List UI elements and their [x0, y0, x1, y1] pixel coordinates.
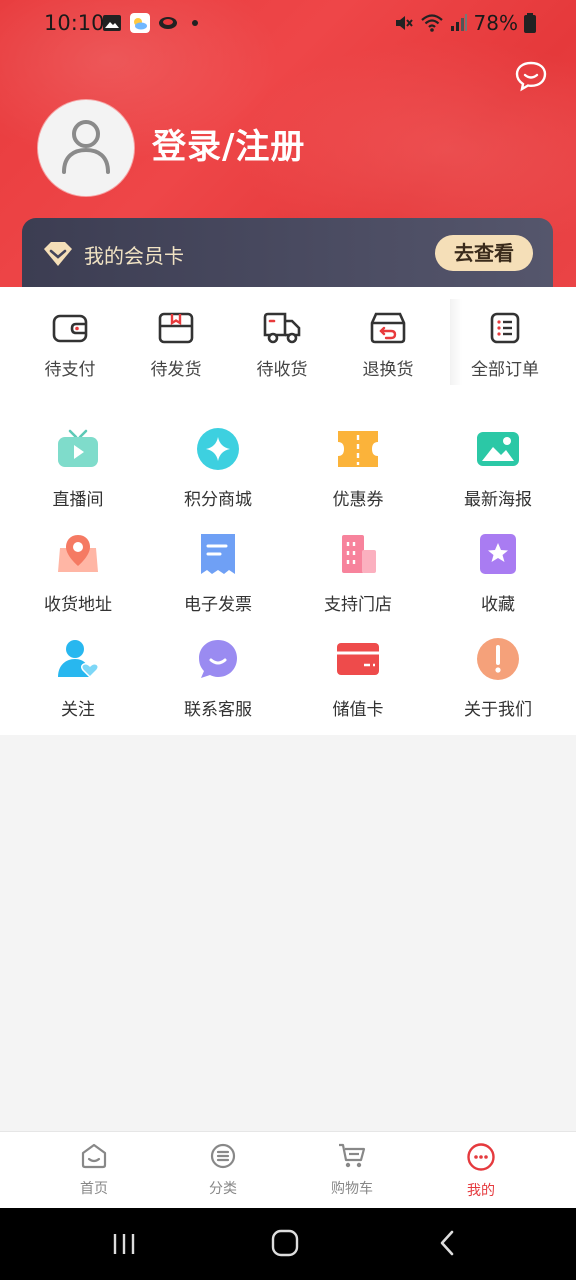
- order-status-row: 待支付 待发货 待收货 退换货 全部订单: [0, 287, 576, 397]
- tab-label: 购物车: [331, 1181, 373, 1197]
- store-building-icon: [342, 535, 376, 573]
- follow-user-icon: [58, 640, 100, 679]
- grid-item-about-us[interactable]: 关于我们: [428, 637, 568, 720]
- grid-item-label: 关注: [61, 700, 95, 720]
- coupon-icon: [338, 431, 378, 467]
- grid-item-stores[interactable]: 支持门店: [288, 532, 428, 615]
- grid-item-label: 联系客服: [184, 700, 252, 720]
- recent-apps-icon[interactable]: [110, 1230, 138, 1258]
- tab-cart[interactable]: 购物车: [302, 1142, 402, 1198]
- grid-item-label: 直播间: [52, 490, 104, 510]
- live-tv-icon: [58, 429, 98, 467]
- grid-item-live[interactable]: 直播间: [8, 427, 148, 510]
- grid-item-invoice[interactable]: 电子发票: [148, 532, 288, 615]
- service-chat-icon: [199, 640, 237, 678]
- bottom-tab-bar: 首页 分类 购物车 我的: [0, 1131, 576, 1208]
- gallery-icon: [103, 15, 121, 31]
- member-card-banner[interactable]: 我的会员卡 去查看: [22, 218, 553, 290]
- order-label: 全部订单: [471, 360, 539, 380]
- profile-screen: 10:10 78% 登录/注册 我的会员卡 去查看 待支付 待发货 待收货 退换…: [0, 0, 576, 1280]
- wifi-icon: [420, 14, 443, 32]
- status-bar: 10:10 78%: [0, 0, 576, 48]
- signal-icon: [450, 14, 467, 31]
- order-pending-payment[interactable]: 待支付: [22, 311, 118, 380]
- order-returns[interactable]: 退换货: [340, 311, 436, 380]
- tab-home[interactable]: 首页: [44, 1142, 144, 1198]
- message-icon[interactable]: [514, 60, 548, 92]
- grid-item-follow[interactable]: 关注: [8, 637, 148, 720]
- grid-item-label: 最新海报: [464, 490, 532, 510]
- order-pending-shipment[interactable]: 待发货: [128, 311, 224, 380]
- home-icon: [81, 1143, 107, 1169]
- member-card-label: 我的会员卡: [84, 244, 184, 268]
- grid-item-label: 支持门店: [324, 595, 392, 615]
- grid-item-label: 电子发票: [184, 595, 252, 615]
- grid-item-label: 收货地址: [44, 595, 112, 615]
- avatar[interactable]: [38, 100, 134, 196]
- system-navigation-bar: [0, 1208, 576, 1280]
- tab-profile[interactable]: 我的: [431, 1142, 531, 1200]
- grid-item-customer-service[interactable]: 联系客服: [148, 637, 288, 720]
- battery-icon: [524, 13, 536, 33]
- grid-item-label: 收藏: [481, 595, 515, 615]
- cart-icon: [339, 1143, 366, 1168]
- user-avatar-icon: [62, 120, 110, 174]
- battery-percent: 78%: [473, 11, 518, 35]
- grid-item-label: 关于我们: [464, 700, 532, 720]
- notification-dot: [192, 20, 198, 26]
- favorite-star-icon: [480, 534, 516, 574]
- order-label: 待收货: [256, 360, 308, 380]
- grid-item-posters[interactable]: 最新海报: [428, 427, 568, 510]
- about-info-icon: [477, 638, 519, 680]
- tab-label: 我的: [467, 1183, 495, 1199]
- stored-value-card-icon: [337, 643, 379, 675]
- order-pending-receipt[interactable]: 待收货: [234, 311, 330, 380]
- poster-image-icon: [477, 432, 519, 466]
- tab-label: 首页: [80, 1181, 108, 1197]
- order-label: 退换货: [362, 360, 414, 380]
- services-grid: 直播间 积分商城 优惠券 最新海报 收货地址 电子发票 支持门店 收藏 关注 联…: [0, 397, 576, 735]
- profile-face-icon: [467, 1143, 495, 1171]
- category-icon: [210, 1143, 236, 1169]
- weather-icon: [130, 13, 150, 33]
- wallet-icon: [52, 314, 88, 343]
- grid-item-label: 优惠券: [332, 490, 384, 510]
- login-register-link[interactable]: 登录/注册: [152, 119, 305, 168]
- invoice-icon: [201, 534, 235, 574]
- grid-item-label: 储值卡: [332, 700, 384, 720]
- points-star-icon: [197, 428, 239, 470]
- profile-header: 10:10 78% 登录/注册 我的会员卡 去查看: [0, 0, 576, 290]
- grid-item-favorites[interactable]: 收藏: [428, 532, 568, 615]
- truck-icon: [263, 312, 301, 344]
- map-pin-icon: [58, 535, 98, 572]
- order-list-icon: [490, 312, 520, 344]
- app-icon: [159, 17, 177, 29]
- order-label: 待支付: [44, 360, 96, 380]
- view-member-card-button[interactable]: 去查看: [435, 235, 533, 271]
- order-label: 待发货: [150, 360, 202, 380]
- tab-category[interactable]: 分类: [173, 1142, 273, 1198]
- home-button-icon[interactable]: [270, 1228, 300, 1258]
- back-icon[interactable]: [434, 1228, 460, 1258]
- grid-item-stored-value-card[interactable]: 储值卡: [288, 637, 428, 720]
- grid-item-coupons[interactable]: 优惠券: [288, 427, 428, 510]
- grid-item-points-mall[interactable]: 积分商城: [148, 427, 288, 510]
- return-icon: [370, 312, 406, 344]
- mute-icon: [395, 16, 413, 30]
- diamond-icon: [44, 242, 72, 266]
- grid-item-label: 积分商城: [184, 490, 252, 510]
- tab-label: 分类: [209, 1181, 237, 1197]
- grid-item-address[interactable]: 收货地址: [8, 532, 148, 615]
- package-icon: [158, 312, 194, 344]
- status-time: 10:10: [44, 11, 105, 35]
- order-all[interactable]: 全部订单: [457, 311, 553, 380]
